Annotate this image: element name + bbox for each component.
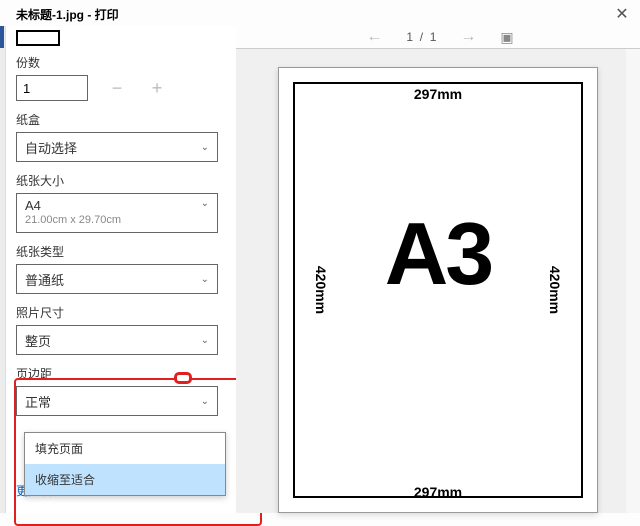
- chevron-down-icon: ⌄: [201, 396, 209, 407]
- margin-label: 页边距: [16, 365, 226, 382]
- orientation-thumb[interactable]: [16, 30, 60, 46]
- tray-value: 自动选择: [25, 138, 77, 157]
- tray-label: 纸盒: [16, 111, 226, 128]
- papersize-label: 纸张大小: [16, 172, 226, 189]
- chevron-down-icon: ⌄: [201, 274, 209, 285]
- page-indicator: 1 / 1: [406, 30, 436, 44]
- option-fill-page[interactable]: 填充页面: [25, 433, 225, 464]
- option-shrink-to-fit[interactable]: 收缩至适合: [25, 464, 225, 495]
- tray-select[interactable]: 自动选择 ⌄: [16, 132, 218, 162]
- copies-minus-button[interactable]: −: [106, 77, 128, 99]
- papersize-value: A4 21.00cm x 29.70cm: [25, 198, 121, 226]
- preview-pane: ← 1 / 1 → ▣ 297mm 297mm 420mm 420mm A3: [236, 26, 640, 513]
- papertype-label: 纸张类型: [16, 243, 226, 260]
- photosize-value: 整页: [25, 331, 51, 350]
- dim-right: 420mm: [547, 266, 563, 314]
- dialog-body: 份数 − + 纸盒 自动选择 ⌄ 纸张大小 A4 21.00cm x 29.70…: [0, 26, 640, 513]
- chevron-down-icon: ⌄: [201, 335, 209, 346]
- margin-value: 正常: [25, 392, 51, 411]
- preview-content: A3: [385, 203, 492, 305]
- fit-page-icon[interactable]: ▣: [500, 29, 513, 46]
- papertype-select[interactable]: 普通纸 ⌄: [16, 264, 218, 294]
- dim-bottom: 297mm: [414, 484, 462, 500]
- preview-area: 297mm 297mm 420mm 420mm A3: [236, 48, 640, 513]
- papersize-select[interactable]: A4 21.00cm x 29.70cm ⌄: [16, 193, 218, 233]
- accent-stripe: [0, 26, 4, 48]
- scale-dropdown: 填充页面 收缩至适合: [24, 432, 226, 496]
- chevron-down-icon: ⌄: [201, 142, 209, 153]
- chevron-down-icon: ⌄: [201, 198, 209, 209]
- orientation-thumb-row: [16, 30, 226, 46]
- window-title: 未标题-1.jpg - 打印: [16, 6, 119, 23]
- close-icon[interactable]: ✕: [612, 4, 632, 24]
- prev-page-button[interactable]: ←: [362, 28, 386, 46]
- papersize-dims: 21.00cm x 29.70cm: [25, 214, 121, 226]
- copies-row: − +: [16, 75, 226, 101]
- photosize-select[interactable]: 整页 ⌄: [16, 325, 218, 355]
- preview-scrollbar[interactable]: [626, 49, 640, 513]
- papersize-name: A4: [25, 198, 41, 213]
- dim-left: 420mm: [313, 266, 329, 314]
- pager: ← 1 / 1 → ▣: [236, 26, 640, 48]
- preview-page: 297mm 297mm 420mm 420mm A3: [278, 67, 598, 513]
- margin-select[interactable]: 正常 ⌄: [16, 386, 218, 416]
- settings-panel: 份数 − + 纸盒 自动选择 ⌄ 纸张大小 A4 21.00cm x 29.70…: [6, 26, 236, 513]
- dim-top: 297mm: [414, 86, 462, 102]
- page-total: 1: [430, 30, 437, 44]
- copies-plus-button[interactable]: +: [146, 77, 168, 99]
- copies-input[interactable]: [16, 75, 88, 101]
- next-page-button[interactable]: →: [456, 28, 480, 46]
- papertype-value: 普通纸: [25, 270, 64, 289]
- page-sep: /: [420, 30, 423, 44]
- photosize-label: 照片尺寸: [16, 304, 226, 321]
- copies-label: 份数: [16, 54, 226, 71]
- titlebar: 未标题-1.jpg - 打印 ✕: [0, 0, 640, 26]
- page-current: 1: [406, 30, 413, 44]
